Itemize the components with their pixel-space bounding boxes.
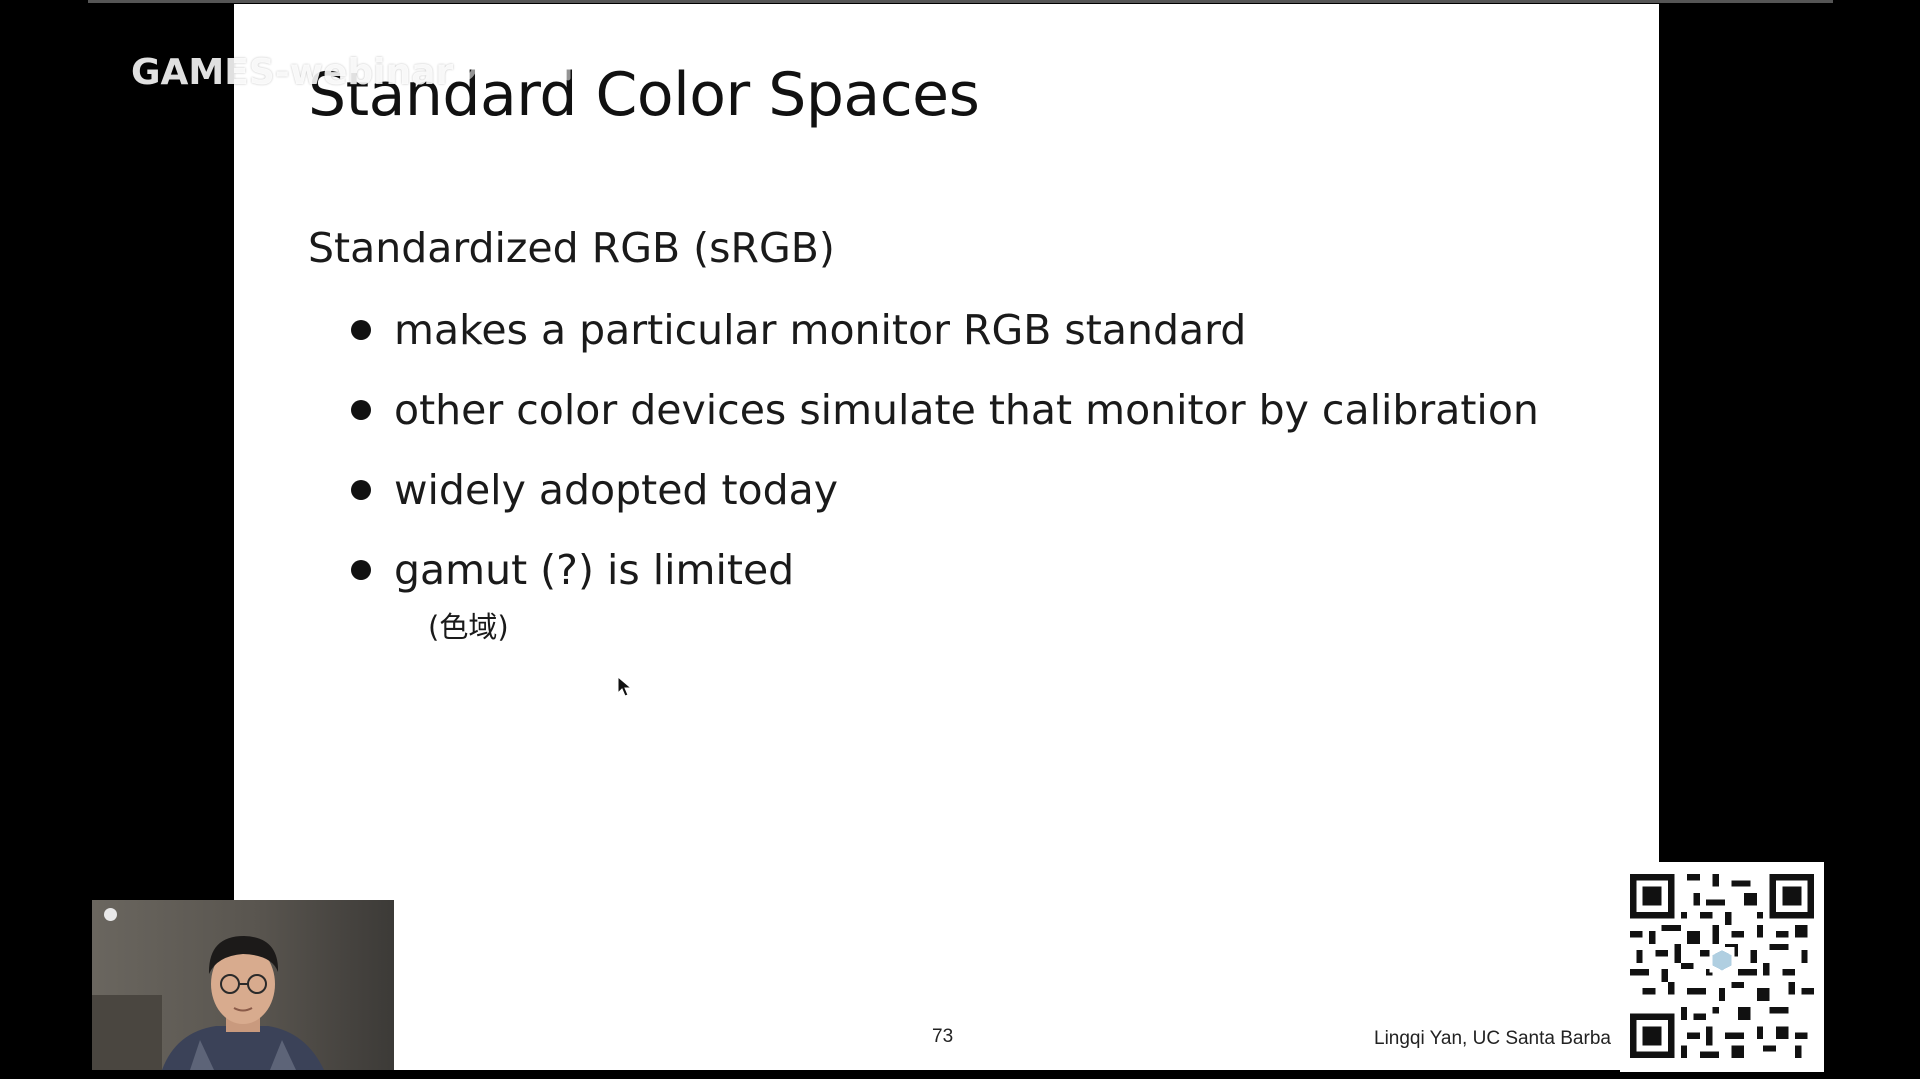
bullet-item: other color devices simulate that monito… bbox=[351, 382, 1539, 462]
presenter-video-feed bbox=[92, 900, 394, 1070]
slide-page-number: 73 bbox=[932, 1026, 954, 1047]
video-frame: Standard Color Spaces Standardized RGB (… bbox=[0, 0, 1920, 1079]
bullet-text: widely adopted today bbox=[394, 466, 839, 514]
progress-line bbox=[88, 0, 1833, 3]
bullet-item: makes a particular monitor RGB standard bbox=[351, 302, 1539, 382]
bullet-dot-icon bbox=[351, 320, 371, 340]
bullet-item: gamut (?) is limited bbox=[351, 542, 1539, 622]
channel-watermark: GAMES-webinar bbox=[131, 52, 454, 93]
lecture-slide: Standard Color Spaces Standardized RGB (… bbox=[234, 4, 1659, 1070]
bullet-text: makes a particular monitor RGB standard bbox=[394, 306, 1247, 354]
bullet-list: makes a particular monitor RGB standard … bbox=[351, 302, 1539, 622]
gamut-translation-note: (色域) bbox=[428, 610, 509, 644]
mouse-cursor-icon bbox=[617, 676, 633, 697]
bilibili-logo-icon bbox=[457, 41, 571, 81]
qr-code-icon bbox=[1630, 874, 1814, 1058]
bullet-text: other color devices simulate that monito… bbox=[394, 386, 1539, 434]
bullet-dot-icon bbox=[351, 480, 371, 500]
bullet-dot-icon bbox=[351, 400, 371, 420]
author-credit: Lingqi Yan, UC Santa Barba bbox=[1374, 1028, 1611, 1049]
recording-dot-icon bbox=[104, 908, 117, 921]
presenter-webcam bbox=[92, 900, 394, 1070]
slide-subtitle: Standardized RGB (sRGB) bbox=[308, 224, 835, 272]
bullet-dot-icon bbox=[351, 560, 371, 580]
bullet-text: gamut (?) is limited bbox=[394, 546, 795, 594]
qr-code-panel bbox=[1620, 862, 1824, 1072]
bullet-item: widely adopted today bbox=[351, 462, 1539, 542]
